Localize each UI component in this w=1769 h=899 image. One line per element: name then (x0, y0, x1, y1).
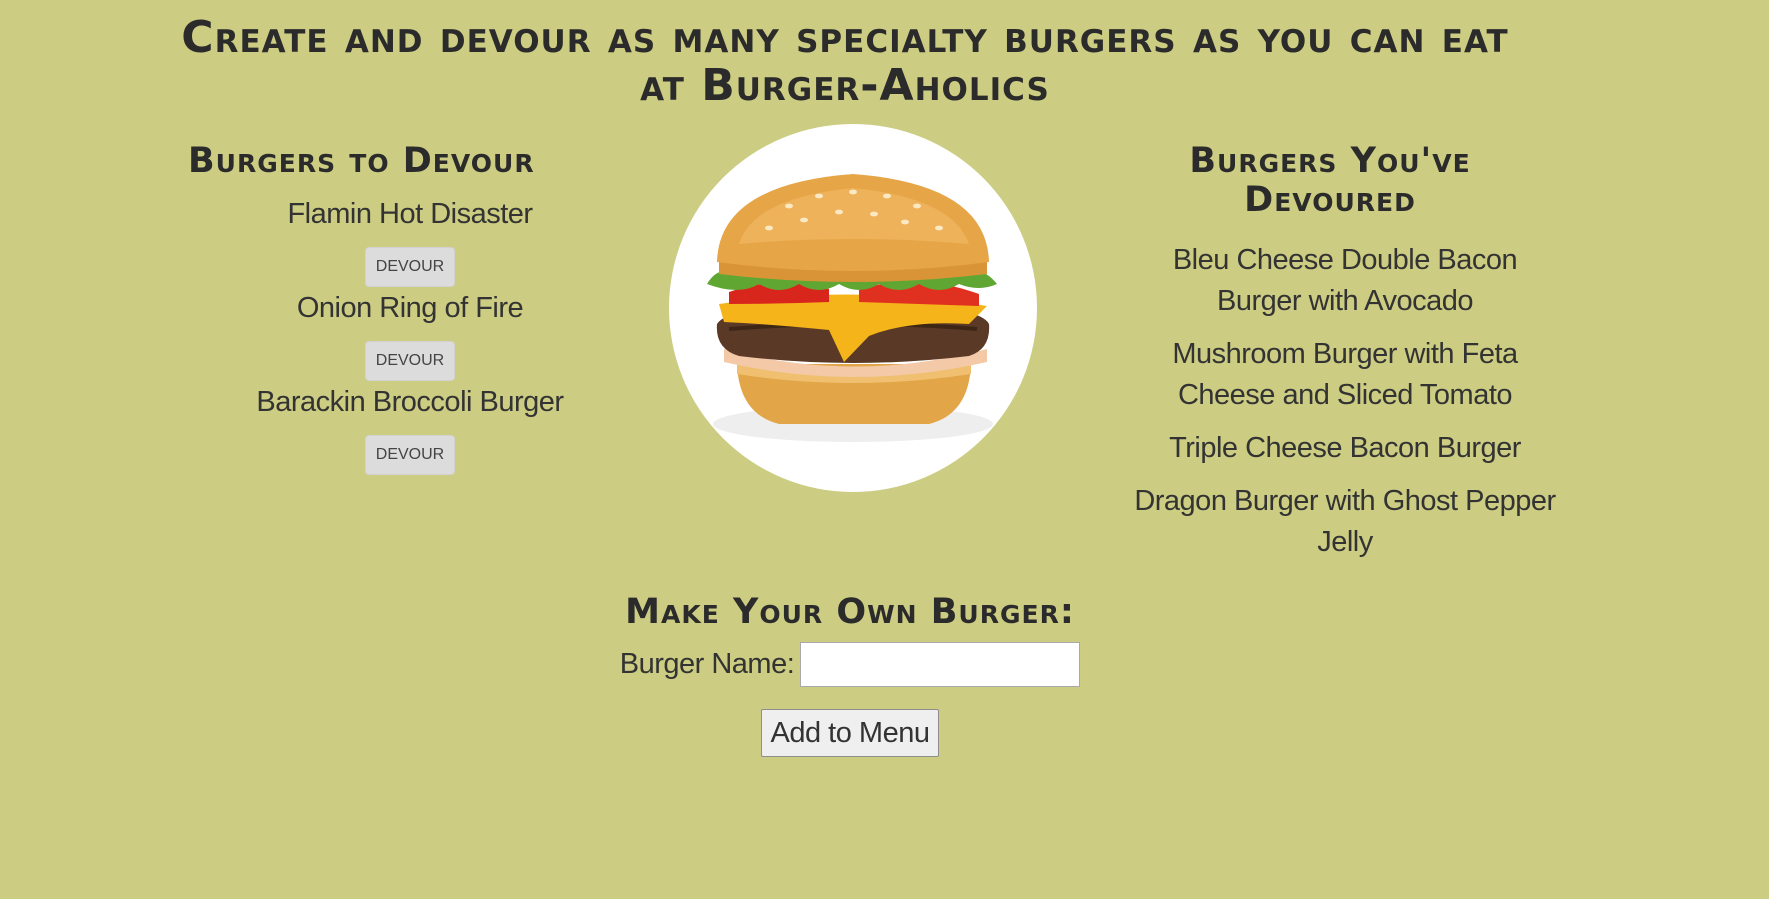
list-item: Barackin Broccoli Burger DEVOUR (170, 385, 650, 479)
burger-name-label: Burger Name: (619, 648, 795, 680)
page-title: Create and devour as many specialty burg… (181, 12, 1509, 111)
devour-button[interactable]: DEVOUR (365, 341, 455, 381)
burger-name-input[interactable] (800, 642, 1081, 687)
add-to-menu-button[interactable]: Add to Menu (760, 709, 940, 757)
burger-name-row: Burger Name: (500, 642, 1200, 687)
make-burger-form: Make Your Own Burger: Burger Name: Add t… (500, 592, 1200, 757)
list-item: Dragon Burger with Ghost Pepper Jelly (1134, 485, 1556, 558)
to-devour-column: Burgers to Devour Flamin Hot Disaster DE… (170, 142, 650, 479)
make-burger-heading: Make Your Own Burger: (625, 592, 1075, 632)
burger-name: Onion Ring of Fire (296, 292, 524, 324)
list-item: Onion Ring of Fire DEVOUR (170, 291, 650, 385)
devoured-list: Bleu Cheese Double Bacon Burger with Avo… (1130, 240, 1560, 563)
to-devour-heading: Burgers to Devour (188, 141, 535, 181)
burger-name: Flamin Hot Disaster (287, 198, 533, 230)
burger-image (669, 124, 1037, 492)
list-item: Flamin Hot Disaster DEVOUR (170, 197, 650, 291)
devour-button[interactable]: DEVOUR (365, 435, 455, 475)
to-devour-list: Flamin Hot Disaster DEVOUR Onion Ring of… (170, 197, 650, 479)
devoured-column: Burgers You've Devoured Bleu Cheese Doub… (1130, 142, 1560, 575)
list-item: Bleu Cheese Double Bacon Burger with Avo… (1172, 244, 1518, 317)
list-item: Mushroom Burger with Feta Cheese and Sli… (1172, 338, 1518, 411)
burger-name: Barackin Broccoli Burger (256, 386, 564, 418)
burger-illustration (707, 174, 997, 442)
list-item: Triple Cheese Bacon Burger (1169, 432, 1521, 464)
devoured-heading: Burgers You've Devoured (1189, 141, 1471, 220)
devour-button[interactable]: DEVOUR (365, 247, 455, 287)
